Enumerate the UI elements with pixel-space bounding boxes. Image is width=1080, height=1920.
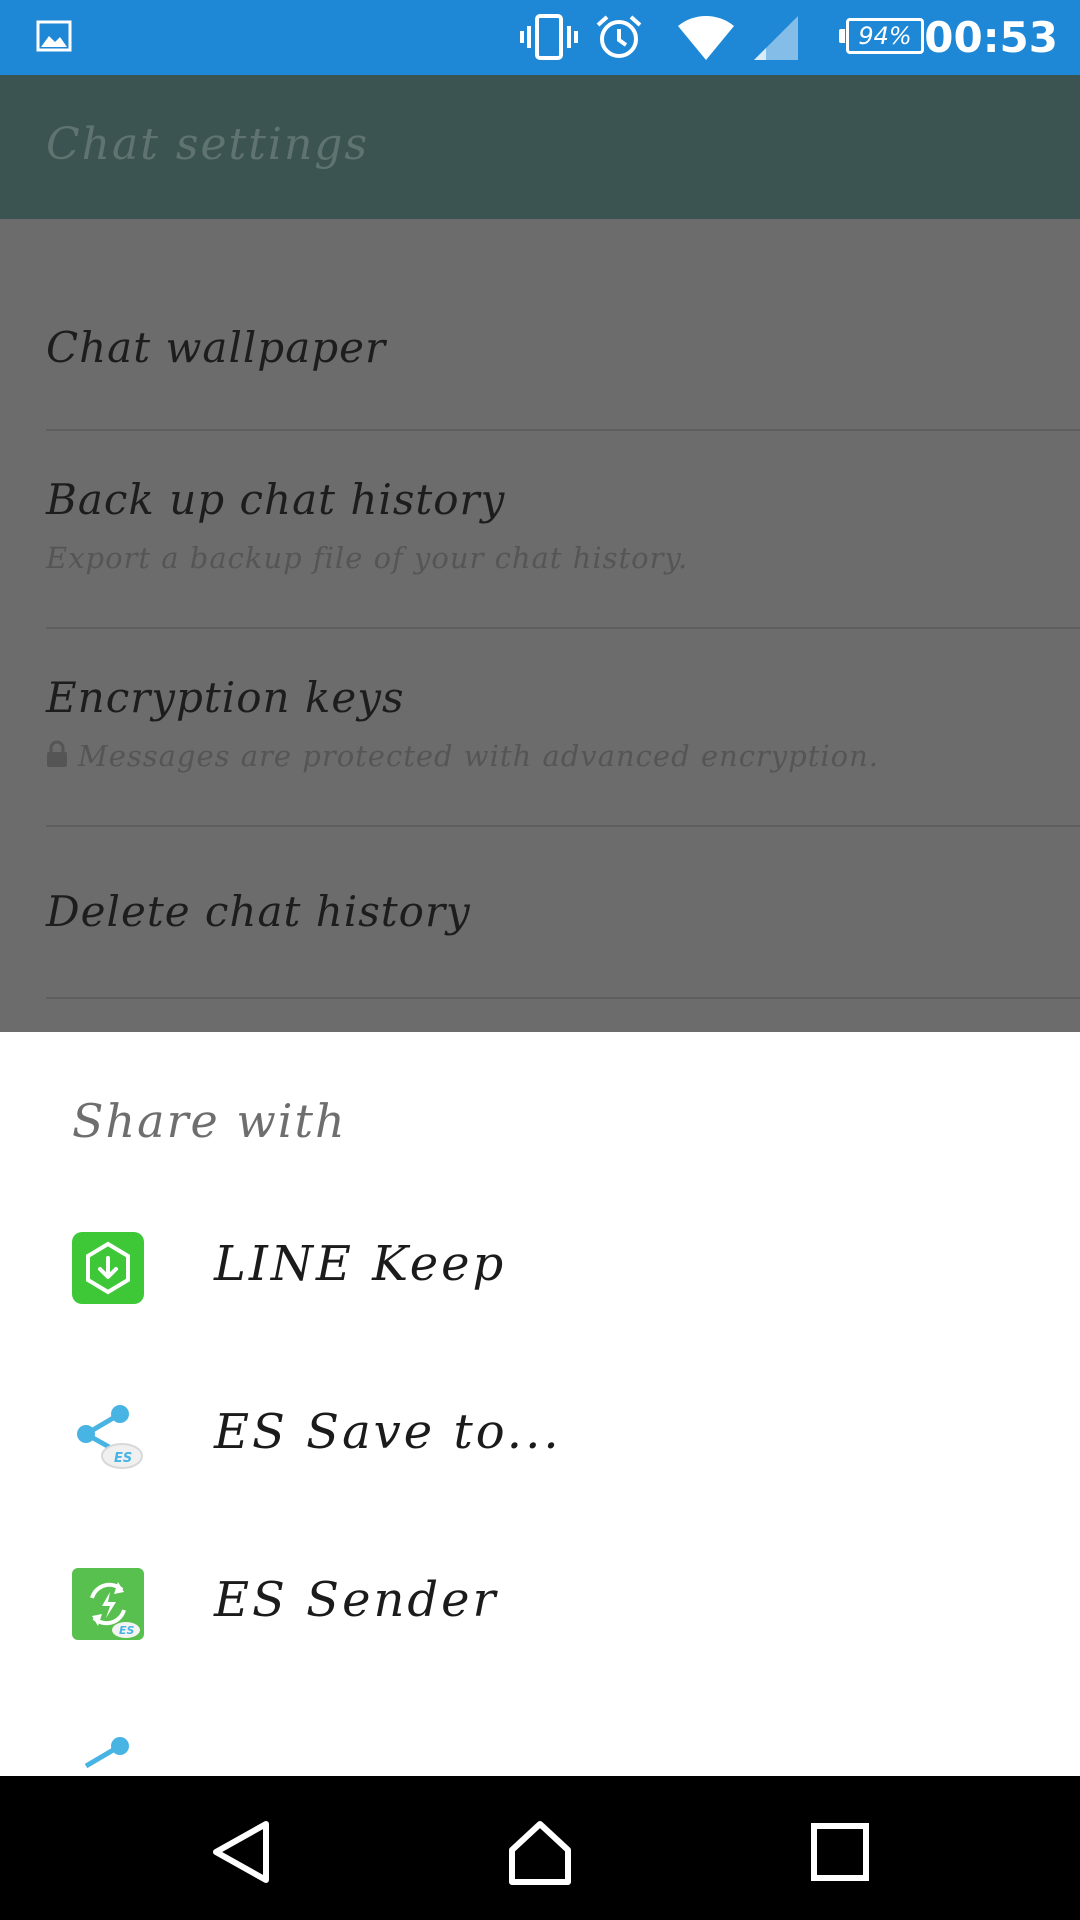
page-title: Chat settings — [46, 119, 370, 170]
settings-list: Chat wallpaper Back up chat history Expo… — [0, 219, 1080, 1032]
wifi-icon — [678, 15, 734, 60]
share-item-label: LINE Keep — [214, 1236, 507, 1292]
vibrate-icon — [520, 14, 578, 60]
setting-encryption-keys[interactable]: Encryption keys Messages are protected w… — [46, 629, 1080, 827]
back-icon[interactable] — [204, 1816, 276, 1888]
setting-label: Chat wallpaper — [46, 323, 387, 372]
share-sheet-title: Share with — [72, 1094, 347, 1148]
clock: 00:53 — [924, 13, 1058, 62]
screen: 94% 00:53 Chat settings Chat wallpaper B… — [0, 0, 1080, 1920]
es-sender-icon: ES — [72, 1568, 144, 1640]
home-icon[interactable] — [504, 1816, 576, 1888]
alarm-icon — [596, 15, 642, 58]
share-item-label: ES Sender — [214, 1572, 499, 1628]
image-notification-icon — [36, 20, 72, 52]
es-share-icon: ES — [77, 1405, 143, 1469]
setting-delete-chat-history[interactable]: Delete chat history — [46, 827, 1080, 999]
setting-description-row: Messages are protected with advanced enc… — [46, 739, 879, 773]
battery-icon: 94% — [839, 18, 924, 54]
share-item-es-save-to[interactable]: ES ES Save to... — [0, 1350, 1080, 1518]
share-item-es-sender[interactable]: ES ES Sender — [0, 1518, 1080, 1686]
setting-description: Messages are protected with advanced enc… — [78, 739, 880, 773]
setting-back-up-chat-history[interactable]: Back up chat history Export a backup fil… — [46, 431, 1080, 629]
setting-label: Encryption keys — [46, 673, 405, 722]
setting-label: Back up chat history — [46, 475, 506, 524]
setting-chat-wallpaper[interactable]: Chat wallpaper — [46, 219, 1080, 431]
share-icon — [84, 1737, 129, 1769]
share-item-partial[interactable] — [0, 1686, 1080, 1776]
line-keep-icon — [72, 1232, 144, 1304]
setting-description: Export a backup file of your chat histor… — [46, 541, 689, 575]
battery-level: 94% — [858, 22, 912, 50]
cell-signal-icon — [754, 16, 798, 60]
navigation-bar — [0, 1776, 1080, 1920]
share-item-line-keep[interactable]: LINE Keep — [0, 1182, 1080, 1350]
setting-label: Delete chat history — [46, 887, 471, 936]
svg-text:ES: ES — [114, 1451, 132, 1466]
share-sheet: Share with LINE Keep ES ES Save to... ES… — [0, 1032, 1080, 1776]
app-bar: Chat settings — [0, 75, 1080, 219]
svg-text:ES: ES — [119, 1624, 135, 1637]
lock-icon — [47, 740, 67, 767]
share-item-label: ES Save to... — [214, 1404, 562, 1460]
recents-icon[interactable] — [804, 1816, 876, 1888]
status-bar: 94% 00:53 — [0, 0, 1080, 75]
